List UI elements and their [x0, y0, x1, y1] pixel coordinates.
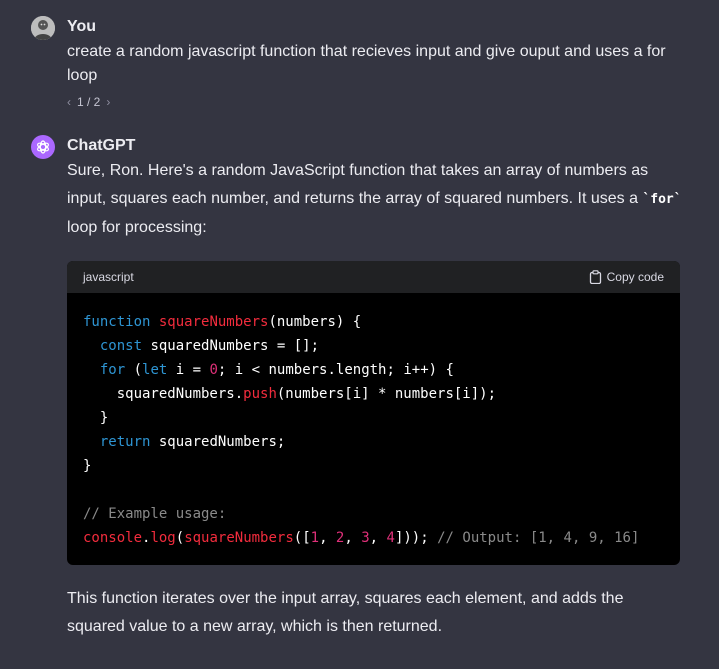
code-token: squaredNumbers = [];	[142, 338, 320, 354]
code-token: squareNumbers	[184, 530, 294, 546]
code-token: ; i < numbers.length; i++) {	[217, 362, 454, 378]
code-line: function squareNumbers(numbers) {	[83, 314, 361, 330]
assistant-outro-text: This function iterates over the input ar…	[67, 590, 624, 635]
code-token: squaredNumbers.	[83, 386, 244, 402]
code-token: 0	[209, 362, 218, 378]
assistant-intro-text: Sure, Ron. Here's a random JavaScript fu…	[67, 157, 687, 242]
code-content: function squareNumbers(numbers) { const …	[67, 293, 680, 550]
code-token: console	[83, 530, 143, 546]
pager-label: 1 / 2	[77, 95, 101, 109]
code-token: (	[175, 530, 185, 546]
code-token: function	[83, 314, 151, 330]
code-line: }	[83, 410, 109, 426]
chatgpt-avatar	[31, 135, 55, 159]
code-token: squareNumbers	[158, 314, 269, 330]
code-line: for (let i = 0; i < numbers.length; i++)…	[83, 362, 454, 378]
user-avatar-icon	[31, 16, 55, 40]
code-token: squaredNumbers;	[150, 434, 286, 450]
code-token: (	[125, 362, 143, 378]
code-token: let	[142, 362, 168, 378]
intro-before-code: Sure, Ron. Here's a random JavaScript fu…	[67, 162, 649, 207]
clipboard-icon	[589, 270, 601, 284]
code-comment-line: // Example usage:	[83, 506, 227, 522]
code-token: ([	[293, 530, 311, 546]
code-token: push	[243, 386, 277, 402]
code-token: 4	[386, 530, 395, 546]
code-line: return squaredNumbers;	[83, 434, 285, 450]
code-token: ]));	[394, 530, 438, 546]
assistant-author-name: ChatGPT	[67, 137, 136, 154]
code-line: squaredNumbers.push(numbers[i] * numbers…	[83, 386, 496, 402]
user-author-name: You	[67, 18, 97, 35]
user-message-text: create a random javascript function that…	[67, 43, 666, 84]
response-pager: ‹ 1 / 2 ›	[67, 95, 110, 109]
code-token: ,	[344, 530, 362, 546]
intro-after-code: loop for processing:	[67, 219, 207, 236]
code-token: ,	[369, 530, 387, 546]
previous-response-button[interactable]: ‹	[67, 95, 71, 109]
openai-logo-icon	[37, 140, 49, 154]
next-response-button[interactable]: ›	[106, 95, 110, 109]
code-token: const	[99, 338, 143, 354]
code-token: i =	[167, 362, 210, 378]
code-token: log	[150, 530, 176, 546]
code-block-header: javascript Copy code	[67, 261, 680, 293]
code-comment: // Output: [1, 4, 9, 16]	[437, 530, 640, 546]
code-block: javascript Copy code function squareNumb…	[67, 261, 680, 565]
user-avatar	[31, 16, 55, 40]
code-token: return	[99, 434, 151, 450]
code-token: for	[99, 362, 126, 378]
copy-code-label: Copy code	[606, 270, 664, 284]
code-line: const squaredNumbers = [];	[83, 338, 319, 354]
code-token: 1	[310, 530, 320, 546]
code-token: (numbers[i] * numbers[i]);	[276, 386, 497, 402]
code-token: (numbers) {	[268, 314, 362, 330]
code-token: ,	[319, 530, 336, 546]
inline-code-for: `for`	[642, 192, 682, 207]
code-line: console.log(squareNumbers([1, 2, 3, 4]))…	[83, 530, 639, 546]
code-line: }	[83, 458, 92, 474]
copy-code-button[interactable]: Copy code	[589, 270, 664, 284]
code-token: 3	[361, 530, 370, 546]
code-language-label: javascript	[83, 270, 134, 284]
